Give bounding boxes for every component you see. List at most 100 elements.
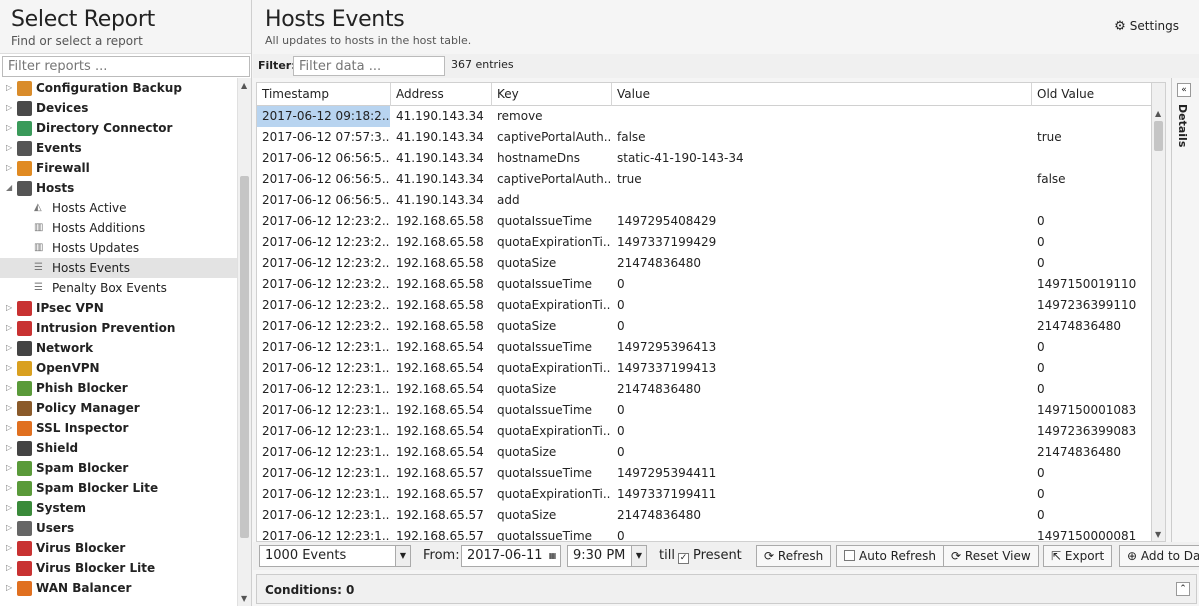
table-row[interactable]: 2017-06-12 12:23:1... 192.168.65.57 quotaI… xyxy=(257,526,1151,541)
report-tree-item[interactable]: ▷ Policy Manager xyxy=(0,398,237,418)
expand-arrow-icon[interactable]: ▷ xyxy=(6,498,14,518)
present-checkbox[interactable]: ✓ Present xyxy=(678,548,742,564)
column-header-key[interactable]: Key xyxy=(492,83,612,106)
chevron-down-icon[interactable]: ▼ xyxy=(631,546,646,566)
expand-arrow-icon[interactable]: ▷ xyxy=(6,398,14,418)
add-to-dashboard-button[interactable]: ⊕ Add to Da xyxy=(1119,545,1199,567)
expand-arrow-icon[interactable]: ▷ xyxy=(6,358,14,378)
table-row[interactable]: 2017-06-12 06:56:5... 41.190.143.34 captiv… xyxy=(257,169,1151,190)
chevron-down-icon[interactable]: ▼ xyxy=(395,546,410,566)
report-tree-item[interactable]: ▥ Hosts Additions xyxy=(0,218,237,238)
refresh-button[interactable]: ⟳ Refresh xyxy=(756,545,832,567)
report-tree-scrollbar[interactable]: ▲ ▼ xyxy=(237,78,251,606)
report-tree-item[interactable]: ▷ IPsec VPN xyxy=(0,298,237,318)
details-panel[interactable]: « Details xyxy=(1171,78,1197,542)
report-tree-item[interactable]: ▷ OpenVPN xyxy=(0,358,237,378)
expand-conditions-icon[interactable]: ⌃ xyxy=(1176,582,1190,596)
report-tree-item[interactable]: ▷ Phish Blocker xyxy=(0,378,237,398)
scroll-up-icon[interactable]: ▲ xyxy=(1155,109,1161,118)
column-header-timestamp[interactable]: Timestamp xyxy=(257,83,391,106)
checkbox-checked-icon[interactable]: ✓ xyxy=(678,553,689,564)
report-tree-item[interactable]: ▷ Virus Blocker xyxy=(0,538,237,558)
from-date-field[interactable]: 2017-06-11 ▦ xyxy=(461,545,561,567)
report-tree-item[interactable]: ▷ SSL Inspector xyxy=(0,418,237,438)
filter-reports-input[interactable] xyxy=(2,56,250,77)
expand-arrow-icon[interactable]: ▷ xyxy=(6,138,14,158)
report-tree-item[interactable]: ▷ Events xyxy=(0,138,237,158)
report-tree-item[interactable]: ▷ WAN Balancer xyxy=(0,578,237,598)
table-row[interactable]: 2017-06-12 12:23:1... 192.168.65.54 quotaE… xyxy=(257,421,1151,442)
expand-arrow-icon[interactable]: ▷ xyxy=(6,418,14,438)
column-header-old-value[interactable]: Old Value xyxy=(1032,83,1151,106)
reset-view-button[interactable]: ⟳ Reset View xyxy=(943,545,1039,567)
expand-arrow-icon[interactable]: ▷ xyxy=(6,558,14,578)
report-tree-item[interactable]: ◭ Hosts Active xyxy=(0,198,237,218)
from-time-select[interactable]: 9:30 PM ▼ xyxy=(567,545,647,567)
column-header-address[interactable]: Address xyxy=(391,83,492,106)
auto-refresh-button[interactable]: Auto Refresh xyxy=(836,545,944,567)
expand-arrow-icon[interactable]: ▷ xyxy=(6,458,14,478)
expand-arrow-icon[interactable]: ▷ xyxy=(6,378,14,398)
table-row[interactable]: 2017-06-12 12:23:1... 192.168.65.54 quotaS… xyxy=(257,442,1151,463)
expand-details-icon[interactable]: « xyxy=(1177,83,1191,97)
scroll-down-icon[interactable]: ▼ xyxy=(241,594,247,603)
report-tree-item[interactable]: ▷ Spam Blocker xyxy=(0,458,237,478)
table-row[interactable]: 2017-06-12 12:23:2... 192.168.65.58 quotaE… xyxy=(257,232,1151,253)
report-tree-item[interactable]: ▥ Hosts Updates xyxy=(0,238,237,258)
table-row[interactable]: 2017-06-12 12:23:1... 192.168.65.54 quotaI… xyxy=(257,337,1151,358)
expand-arrow-icon[interactable]: ▷ xyxy=(6,78,14,98)
expand-arrow-icon[interactable]: ▷ xyxy=(6,318,14,338)
expand-arrow-icon[interactable]: ▷ xyxy=(6,338,14,358)
table-row[interactable]: 2017-06-12 12:23:2... 192.168.65.58 quotaE… xyxy=(257,295,1151,316)
expand-arrow-icon[interactable]: ▷ xyxy=(6,118,14,138)
table-row[interactable]: 2017-06-12 12:23:2... 192.168.65.58 quotaS… xyxy=(257,316,1151,337)
table-row[interactable]: 2017-06-12 12:23:1... 192.168.65.57 quotaS… xyxy=(257,505,1151,526)
table-row[interactable]: 2017-06-12 12:23:2... 192.168.65.58 quotaS… xyxy=(257,253,1151,274)
expand-arrow-icon[interactable]: ▷ xyxy=(6,478,14,498)
export-button[interactable]: ⇱ Export xyxy=(1043,545,1113,567)
expand-arrow-icon[interactable]: ▷ xyxy=(6,538,14,558)
report-tree-item[interactable]: ▷ Intrusion Prevention xyxy=(0,318,237,338)
report-tree-item[interactable]: ▷ Configuration Backup xyxy=(0,78,237,98)
report-tree-item[interactable]: ▷ Network xyxy=(0,338,237,358)
table-row[interactable]: 2017-06-12 06:56:5... 41.190.143.34 add xyxy=(257,190,1151,211)
scrollbar-thumb[interactable] xyxy=(240,176,249,538)
settings-button[interactable]: ⚙ Settings xyxy=(1114,19,1179,34)
table-row[interactable]: 2017-06-12 12:23:1... 192.168.65.57 quotaI… xyxy=(257,463,1151,484)
expand-arrow-icon[interactable]: ▷ xyxy=(6,298,14,318)
calendar-icon[interactable]: ▦ xyxy=(545,546,560,566)
table-row[interactable]: 2017-06-12 12:23:1... 192.168.65.54 quotaE… xyxy=(257,358,1151,379)
table-row[interactable]: 2017-06-12 12:23:2... 192.168.65.58 quotaI… xyxy=(257,274,1151,295)
expand-arrow-icon[interactable]: ▷ xyxy=(6,98,14,118)
column-header-value[interactable]: Value xyxy=(612,83,1032,106)
report-tree-item[interactable]: ▷ Devices xyxy=(0,98,237,118)
table-row[interactable]: 2017-06-12 06:56:5... 41.190.143.34 hostna… xyxy=(257,148,1151,169)
report-tree-item[interactable]: ☰ Hosts Events xyxy=(0,258,237,278)
report-tree-item[interactable]: ▷ Users xyxy=(0,518,237,538)
report-tree-item[interactable]: ▷ System xyxy=(0,498,237,518)
conditions-panel[interactable]: Conditions: 0 ⌃ xyxy=(256,574,1197,604)
report-tree-item[interactable]: ▷ Virus Blocker Lite xyxy=(0,558,237,578)
report-tree-item[interactable]: ▷ Firewall xyxy=(0,158,237,178)
report-tree-item[interactable]: ▷ Shield xyxy=(0,438,237,458)
expand-arrow-icon[interactable]: ▷ xyxy=(6,438,14,458)
table-row[interactable]: 2017-06-12 12:23:1... 192.168.65.54 quotaS… xyxy=(257,379,1151,400)
report-tree-item[interactable]: ☰ Penalty Box Events xyxy=(0,278,237,298)
expand-arrow-icon[interactable]: ▷ xyxy=(6,518,14,538)
filter-data-input[interactable] xyxy=(293,56,445,76)
table-row[interactable]: 2017-06-12 07:57:3... 41.190.143.34 captiv… xyxy=(257,127,1151,148)
report-tree-item[interactable]: ◢ Hosts xyxy=(0,178,237,198)
table-row[interactable]: 2017-06-12 12:23:1... 192.168.65.57 quotaE… xyxy=(257,484,1151,505)
scroll-up-icon[interactable]: ▲ xyxy=(241,81,247,90)
table-row[interactable]: 2017-06-12 12:23:2... 192.168.65.58 quotaI… xyxy=(257,211,1151,232)
events-limit-select[interactable]: 1000 Events ▼ xyxy=(259,545,411,567)
report-tree-item[interactable]: ▷ Spam Blocker Lite xyxy=(0,478,237,498)
collapse-arrow-icon[interactable]: ◢ xyxy=(6,178,14,198)
grid-scrollbar[interactable]: ▲ ▼ xyxy=(1152,82,1166,542)
table-row[interactable]: 2017-06-12 12:23:1... 192.168.65.54 quotaI… xyxy=(257,400,1151,421)
report-tree-item[interactable]: ▷ Directory Connector xyxy=(0,118,237,138)
scrollbar-thumb[interactable] xyxy=(1154,121,1163,151)
table-row[interactable]: 2017-06-12 09:18:2... 41.190.143.34 remove xyxy=(257,106,1151,127)
expand-arrow-icon[interactable]: ▷ xyxy=(6,158,14,178)
scroll-down-icon[interactable]: ▼ xyxy=(1155,530,1161,539)
